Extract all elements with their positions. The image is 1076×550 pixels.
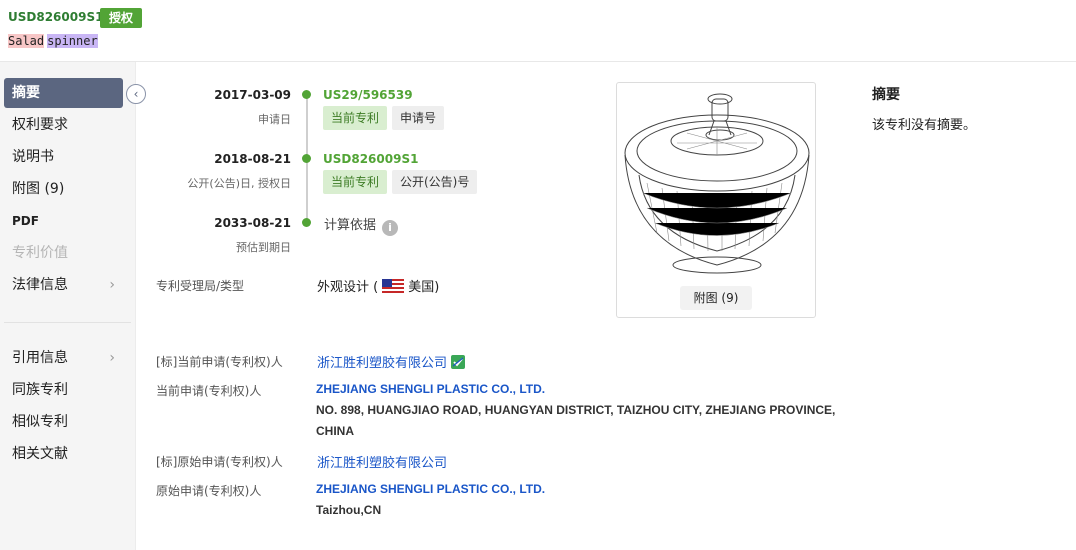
current-applicant-address: NO. 898, HUANGJIAO ROAD, HUANGYAN DISTRI… [316, 403, 836, 417]
application-date: 2017-03-09 [214, 88, 291, 102]
figure-card[interactable] [616, 82, 816, 318]
chevron-right-icon: › [109, 277, 115, 293]
sidebar-item-label: 专利价值 [12, 245, 68, 261]
original-applicant-link[interactable]: ZHEJIANG SHENGLI PLASTIC CO., LTD. [316, 482, 545, 496]
sidebar-item-label: 权利要求 [12, 117, 68, 133]
application-number[interactable]: US29/596539 [323, 88, 413, 102]
publication-date-label: 公开(公告)日, 授权日 [187, 177, 291, 190]
sidebar-item-label: 摘要 [12, 85, 40, 101]
status-badge: 授权 [100, 8, 143, 28]
publication-number[interactable]: USD826009S1 [323, 152, 418, 166]
sidebar-item-family[interactable]: 同族专利 [4, 375, 123, 405]
sidebar-item-related-docs[interactable]: 相关文献 [4, 439, 123, 469]
sidebar-item-citations[interactable]: 引用信息 › [4, 343, 123, 373]
std-current-applicant-name[interactable]: 浙江胜利塑胶有限公司 [317, 356, 447, 371]
timeline-dot [302, 218, 311, 227]
sidebar-item-label: 相关文献 [12, 446, 68, 462]
std-original-applicant-link[interactable]: 浙江胜利塑胶有限公司 [317, 452, 447, 471]
sidebar-item-patent-value: 专利价值 [4, 238, 123, 268]
original-applicant-label: 原始申请(专利权)人 [156, 484, 262, 498]
title-word-highlight: spinner [47, 34, 98, 48]
current-patent-tag: 当前专利 [323, 170, 388, 194]
figures-button[interactable]: 附图 (9) [680, 286, 752, 310]
chevron-right-icon: › [109, 350, 115, 366]
current-patent-tag: 当前专利 [323, 106, 388, 130]
sidebar-item-label: 附图 (9) [12, 181, 65, 197]
sidebar-item-label: 法律信息 [12, 277, 68, 293]
sidebar-nav: 摘要 权利要求 说明书 附图 (9) PDF 专利价值 法律信息 › 引用信息 › … [0, 62, 136, 550]
design-type: 外观设计 ( [317, 280, 379, 295]
sidebar-item-legal-info[interactable]: 法律信息 › [4, 270, 123, 300]
salad-spinner-drawing [624, 93, 810, 274]
current-applicant-label: 当前申请(专利权)人 [156, 384, 262, 398]
std-original-applicant-label: [标]原始申请(专利权)人 [156, 455, 283, 469]
application-number-tag: 申请号 [392, 106, 445, 130]
calculation-basis-label: 计算依据 [324, 218, 377, 233]
publication-number-tag: 公开(公告)号 [392, 170, 478, 194]
sidebar-item-figures[interactable]: 附图 (9) [4, 174, 123, 204]
us-flag-icon [382, 279, 405, 293]
timeline-dot [302, 154, 311, 163]
sidebar-item-label: 同族专利 [12, 382, 68, 398]
std-current-applicant-link[interactable]: 浙江胜利塑胶有限公司 [317, 352, 466, 371]
sidebar-item-label: PDF [12, 214, 39, 228]
office-type-label: 专利受理局/类型 [156, 279, 245, 293]
abstract-text: 该专利没有摘要。 [872, 118, 977, 133]
sidebar-item-label: 相似专利 [12, 414, 68, 430]
sidebar-item-similar[interactable]: 相似专利 [4, 407, 123, 437]
patent-number[interactable]: USD826009S1 [8, 10, 103, 24]
expiry-date-label: 预估到期日 [236, 241, 291, 254]
original-applicant-address: Taizhou,CN [316, 503, 382, 517]
sidebar-item-claims[interactable]: 权利要求 [4, 110, 123, 140]
std-current-applicant-label: [标]当前申请(专利权)人 [156, 355, 283, 369]
sidebar-item-pdf[interactable]: PDF [4, 206, 123, 236]
title-word-highlight: Salad [8, 34, 45, 48]
sidebar-divider [4, 322, 131, 323]
calculation-basis[interactable]: 计算依据 i [324, 214, 399, 236]
office-type-value: 外观设计 ( 美国) [317, 276, 439, 295]
verified-company-icon[interactable] [451, 355, 466, 369]
sidebar-item-label: 引用信息 [12, 350, 68, 366]
sidebar-item-abstract[interactable]: 摘要 [4, 78, 123, 108]
current-applicant-address: CHINA [316, 424, 354, 438]
sidebar-item-label: 说明书 [12, 149, 54, 165]
application-date-label: 申请日 [258, 113, 291, 126]
info-icon[interactable]: i [382, 220, 399, 236]
publication-date: 2018-08-21 [214, 152, 291, 166]
country-name: 美国) [408, 280, 440, 295]
patent-title: Salad spinner [8, 34, 98, 48]
timeline-dot [302, 90, 311, 99]
current-applicant-link[interactable]: ZHEJIANG SHENGLI PLASTIC CO., LTD. [316, 382, 545, 396]
sidebar-item-description[interactable]: 说明书 [4, 142, 123, 172]
abstract-title: 摘要 [872, 87, 900, 103]
patent-header: USD826009S1 授权 Salad spinner [0, 0, 1076, 62]
expiry-date: 2033-08-21 [214, 216, 291, 230]
